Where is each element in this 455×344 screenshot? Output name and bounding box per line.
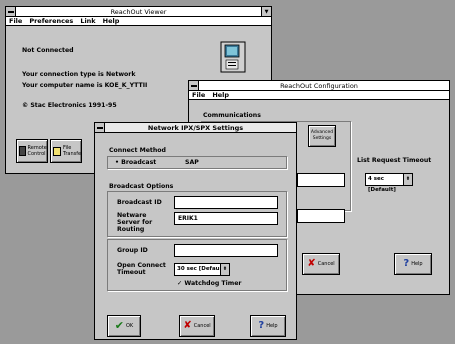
watchdog-checkbox[interactable]: ✓ Watchdog Timer [177,280,241,287]
broadcast-options-label: Broadcast Options [109,183,174,190]
computer-logo-icon [220,41,246,73]
netware-server-label: Netware Server for Routing [117,212,153,233]
cancel-x-icon: ✘ [183,320,192,331]
viewer-titlebar[interactable]: ReachOut Viewer ▼ [6,7,271,17]
checkmark-icon: ✓ [177,280,183,287]
remote-control-button[interactable]: Remote Control [16,139,48,163]
minimize-icon[interactable]: ▼ [261,7,271,16]
menu-file[interactable]: File [9,17,22,25]
advanced-settings-button[interactable]: Advanced Settings [308,125,336,147]
advanced-settings-label: Advanced Settings [310,130,334,141]
system-menu-icon[interactable] [95,123,105,132]
dropdown-arrow-icon: ⬍ [220,264,229,275]
file-transfer-icon [53,146,61,156]
file-transfer-label: File Transfer [63,145,82,157]
ipx-settings-dialog: Network IPX/SPX Settings Connect Method … [94,122,297,340]
connect-method-label: Connect Method [109,147,166,154]
group-id-label: Group ID [117,247,148,254]
copyright-text: © Stac Electronics 1991-95 [22,102,117,109]
sap-radio-label: SAP [185,159,199,166]
configuration-title: ReachOut Configuration [280,81,358,90]
ipx-settings-titlebar[interactable]: Network IPX/SPX Settings [95,123,296,133]
config-cancel-label: Cancel [317,261,335,267]
remote-control-label: Remote Control [27,145,47,157]
menu-link[interactable]: Link [80,17,95,25]
file-transfer-button[interactable]: File Transfer [50,139,82,163]
group-id-input[interactable] [174,244,278,257]
broadcast-radio[interactable]: • Broadcast [115,159,156,166]
viewer-menubar: File Preferences Link Help [6,17,271,26]
list-timeout-value: 4 sec [Default] [368,176,396,193]
broadcast-id-input[interactable] [174,196,278,209]
config-field-1[interactable] [297,173,345,187]
sap-radio[interactable]: SAP [185,159,199,166]
config-cancel-button[interactable]: ✘ Cancel [302,253,340,275]
ipx-help-button[interactable]: ? Help [250,315,286,337]
list-timeout-label: List Request Timeout [357,157,432,164]
ipx-help-label: Help [266,323,278,329]
menu-preferences[interactable]: Preferences [29,17,73,25]
ipx-cancel-button[interactable]: ✘ Cancel [179,315,215,337]
broadcast-radio-label: Broadcast [121,159,157,166]
config-help-button[interactable]: ? Help [394,253,432,275]
help-question-icon: ? [403,258,410,269]
netware-server-input[interactable]: ERIK1 [174,212,278,225]
menu-help[interactable]: Help [103,17,120,25]
system-menu-icon[interactable] [6,7,16,16]
communications-label: Communications [203,112,261,119]
watchdog-label: Watchdog Timer [184,280,242,287]
computer-name: Your computer name is KOE_K_YTTII [22,82,148,89]
ok-label: OK [126,323,134,329]
menu-file[interactable]: File [192,91,205,99]
ok-check-icon: ✔ [114,319,124,332]
remote-control-icon [18,146,26,156]
ok-button[interactable]: ✔ OK [107,315,141,337]
ipx-cancel-label: Cancel [193,323,211,329]
config-help-label: Help [411,261,423,267]
system-menu-icon[interactable] [189,81,199,90]
config-field-2[interactable] [297,209,345,223]
configuration-menubar: File Help [189,91,449,100]
broadcast-id-label: Broadcast ID [117,199,162,206]
dropdown-arrow-icon: ⬍ [403,174,412,185]
viewer-title: ReachOut Viewer [110,7,167,16]
menu-help[interactable]: Help [212,91,229,99]
help-question-icon: ? [258,320,265,331]
ipx-settings-title: Network IPX/SPX Settings [147,123,244,132]
configuration-titlebar[interactable]: ReachOut Configuration [189,81,449,91]
open-connect-label: Open Connect Timeout [117,262,166,276]
connection-status: Not Connected [22,47,74,54]
connection-type: Your connection type is Network [22,71,136,78]
open-connect-select[interactable]: 30 sec [Default] ⬍ [174,263,230,276]
list-timeout-select[interactable]: 4 sec [Default] ⬍ [365,173,413,193]
cancel-x-icon: ✘ [307,258,316,269]
radio-selected-icon: • [115,159,119,166]
